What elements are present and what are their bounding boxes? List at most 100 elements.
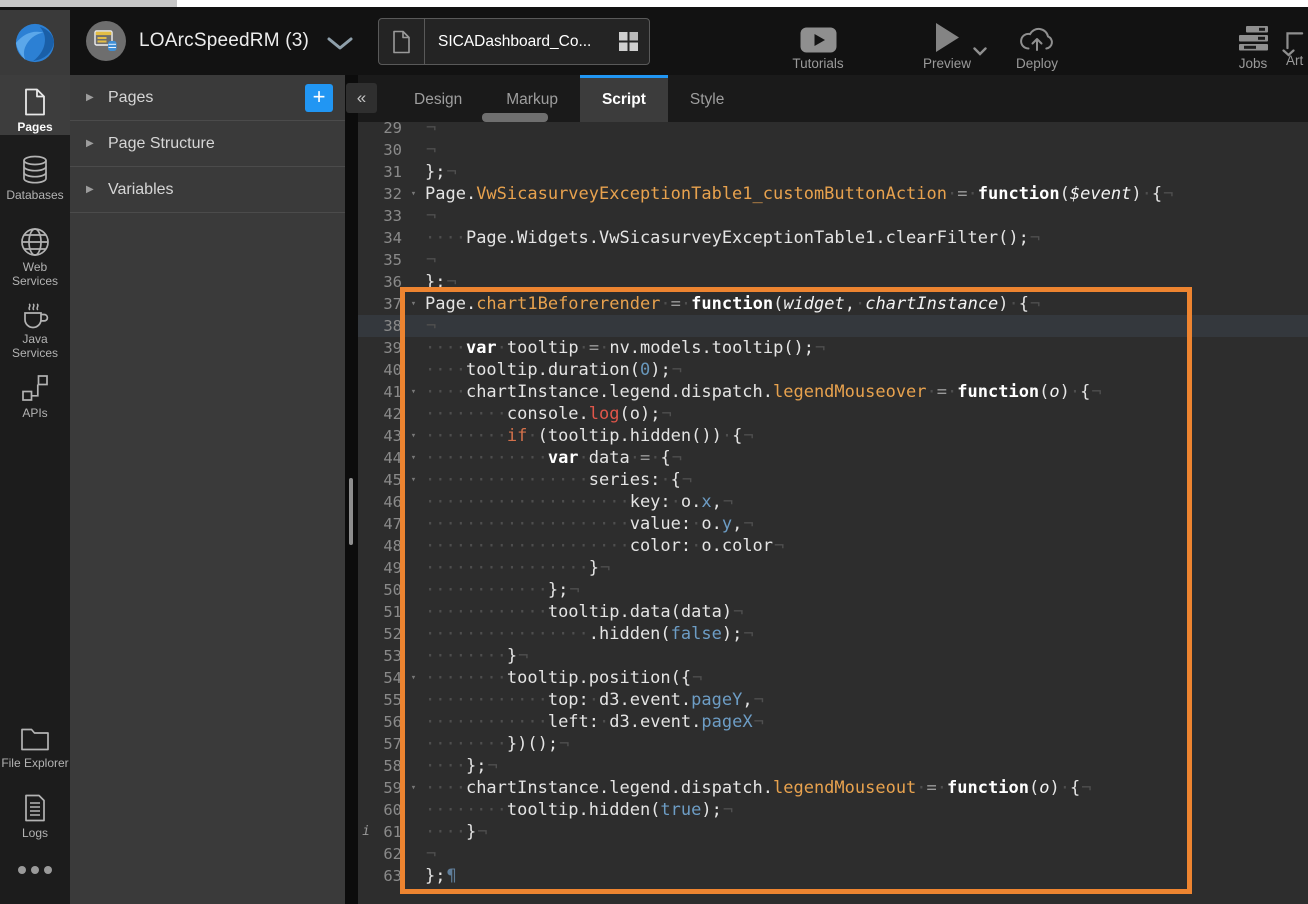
- fold-arrow-icon[interactable]: ▾: [402, 469, 425, 491]
- tab-script[interactable]: Script: [580, 75, 668, 122]
- fold-spacer: [402, 139, 425, 161]
- project-avatar: [86, 21, 126, 61]
- code-line[interactable]: 55············top:·d3.event.pageY,¬: [358, 689, 1308, 711]
- code-line[interactable]: 30¬: [358, 139, 1308, 161]
- code-line[interactable]: 37▾Page.chart1Beforerender·=·function(wi…: [358, 293, 1308, 315]
- sidebar-item-logs[interactable]: Logs: [0, 793, 70, 840]
- line-number: 31: [374, 161, 402, 183]
- gutter-spacer: [358, 359, 374, 381]
- fold-arrow-icon[interactable]: ▾: [402, 777, 425, 799]
- horizontal-scrollbar-thumb[interactable]: [482, 113, 548, 122]
- code-line[interactable]: 47····················value:·o.y,¬: [358, 513, 1308, 535]
- line-number: 35: [374, 249, 402, 271]
- sidebar-item-web-services[interactable]: Web Services: [0, 227, 70, 288]
- code-line[interactable]: 40····tooltip.duration(0);¬: [358, 359, 1308, 381]
- pages-grid-icon[interactable]: [607, 32, 649, 51]
- accordion-variables[interactable]: ▶ Variables: [70, 167, 345, 213]
- gutter-spacer: [358, 557, 374, 579]
- gutter-spacer: [358, 315, 374, 337]
- preview-chevron-down-icon[interactable]: [973, 47, 987, 56]
- code-line[interactable]: 42········console.log(o);¬: [358, 403, 1308, 425]
- line-number: 53: [374, 645, 402, 667]
- project-switcher[interactable]: LOArcSpeedRM (3): [86, 7, 353, 75]
- sidebar-item-java-services[interactable]: Java Services: [0, 299, 70, 360]
- tutorials-button[interactable]: Tutorials: [770, 21, 866, 71]
- code-line[interactable]: 52················.hidden(false);¬: [358, 623, 1308, 645]
- code-line[interactable]: 63};¶: [358, 865, 1308, 887]
- code-line[interactable]: 45▾················series:·{¬: [358, 469, 1308, 491]
- code-line[interactable]: 51············tooltip.data(data)¬: [358, 601, 1308, 623]
- code-text: ················}¬: [425, 557, 1308, 579]
- code-line[interactable]: 34····Page.Widgets.VwSicasurveyException…: [358, 227, 1308, 249]
- fold-arrow-icon[interactable]: ▾: [402, 447, 425, 469]
- code-editor[interactable]: 29¬30¬31};¬32▾Page.VwSicasurveyException…: [358, 122, 1308, 904]
- fold-arrow-icon[interactable]: ▾: [402, 183, 425, 205]
- fold-arrow-icon[interactable]: ▾: [402, 293, 425, 315]
- fold-arrow-icon[interactable]: ▾: [402, 381, 425, 403]
- fold-spacer: [402, 689, 425, 711]
- preview-label: Preview: [899, 56, 995, 71]
- code-line[interactable]: 58····};¬: [358, 755, 1308, 777]
- code-line[interactable]: 31};¬: [358, 161, 1308, 183]
- line-number: 46: [374, 491, 402, 513]
- artifacts-button-clipped[interactable]: Art: [1286, 21, 1308, 68]
- line-number: 54: [374, 667, 402, 689]
- code-line[interactable]: 36};¬: [358, 271, 1308, 293]
- gutter-spacer: [358, 491, 374, 513]
- gutter-spacer: [358, 843, 374, 865]
- code-line[interactable]: 48····················color:·o.color¬: [358, 535, 1308, 557]
- sidebar-item-pages[interactable]: Pages: [0, 75, 70, 135]
- code-line[interactable]: 32▾Page.VwSicasurveyExceptionTable1_cust…: [358, 183, 1308, 205]
- more-options-button[interactable]: [0, 865, 70, 878]
- code-line[interactable]: 49················}¬: [358, 557, 1308, 579]
- gutter-spacer: [358, 777, 374, 799]
- sidebar-item-file-explorer[interactable]: File Explorer: [0, 723, 70, 770]
- code-text: ¬: [425, 122, 1308, 139]
- project-chevron-down-icon[interactable]: [327, 37, 353, 50]
- gutter-spacer: [358, 711, 374, 733]
- sidebar-item-apis[interactable]: APIs: [0, 373, 70, 420]
- fold-arrow-icon[interactable]: ▾: [402, 667, 425, 689]
- code-line[interactable]: 59▾····chartInstance.legend.dispatch.leg…: [358, 777, 1308, 799]
- code-line[interactable]: 38¬: [358, 315, 1308, 337]
- code-line[interactable]: 29¬: [358, 122, 1308, 139]
- expand-triangle-icon[interactable]: ▶: [86, 138, 108, 149]
- line-number: 56: [374, 711, 402, 733]
- code-line[interactable]: 33¬: [358, 205, 1308, 227]
- artifacts-label: Art: [1286, 53, 1308, 68]
- code-line[interactable]: 60········tooltip.hidden(true);¬: [358, 799, 1308, 821]
- line-number: 60: [374, 799, 402, 821]
- add-page-button[interactable]: +: [305, 84, 333, 112]
- deploy-button[interactable]: Deploy: [989, 21, 1085, 71]
- page-tab[interactable]: SICADashboard_Co...: [378, 18, 650, 65]
- preview-button[interactable]: Preview: [899, 21, 995, 71]
- collapse-panel-button[interactable]: «: [346, 83, 377, 113]
- expand-triangle-icon[interactable]: ▶: [86, 92, 108, 103]
- code-line[interactable]: 54▾········tooltip.position({¬: [358, 667, 1308, 689]
- code-line[interactable]: 44▾············var·data·=·{¬: [358, 447, 1308, 469]
- tab-style[interactable]: Style: [668, 75, 746, 122]
- code-line[interactable]: i61····}¬: [358, 821, 1308, 843]
- code-line[interactable]: 50············};¬: [358, 579, 1308, 601]
- fold-spacer: [402, 122, 425, 139]
- sidebar-item-databases[interactable]: Databases: [0, 155, 70, 202]
- code-line[interactable]: 39····var·tooltip·=·nv.models.tooltip();…: [358, 337, 1308, 359]
- code-line[interactable]: 46····················key:·o.x,¬: [358, 491, 1308, 513]
- code-line[interactable]: 41▾····chartInstance.legend.dispatch.leg…: [358, 381, 1308, 403]
- gutter-spacer: [358, 205, 374, 227]
- accordion-pages[interactable]: ▶ Pages +: [70, 75, 345, 121]
- code-line[interactable]: 56············left:·d3.event.pageX¬: [358, 711, 1308, 733]
- gutter-spacer: [358, 469, 374, 491]
- code-line[interactable]: 53········}¬: [358, 645, 1308, 667]
- line-number: 36: [374, 271, 402, 293]
- code-line[interactable]: 62¬: [358, 843, 1308, 865]
- accordion-page-structure[interactable]: ▶ Page Structure: [70, 121, 345, 167]
- code-line[interactable]: 57········})();¬: [358, 733, 1308, 755]
- wavemaker-logo[interactable]: [0, 10, 70, 75]
- tab-design[interactable]: Design: [392, 75, 484, 122]
- code-line[interactable]: 43▾········if·(tooltip.hidden())·{¬: [358, 425, 1308, 447]
- code-line[interactable]: 35¬: [358, 249, 1308, 271]
- vertical-scrollbar-thumb[interactable]: [349, 478, 353, 545]
- fold-arrow-icon[interactable]: ▾: [402, 425, 425, 447]
- expand-triangle-icon[interactable]: ▶: [86, 184, 108, 195]
